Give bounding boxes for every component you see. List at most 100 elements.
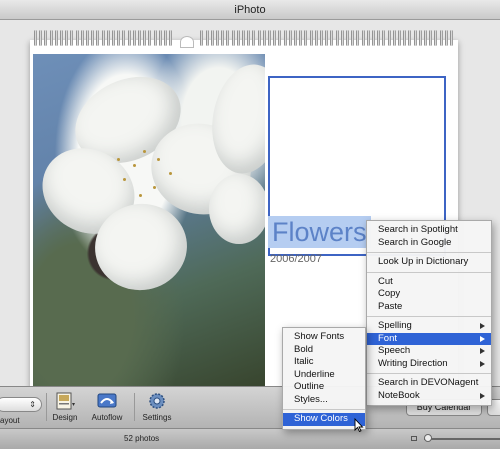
chevron-right-icon <box>480 348 485 354</box>
settings-button[interactable]: Settings <box>140 391 174 422</box>
menu-item-search-in-devonagent[interactable]: Search in DEVONagent <box>367 377 491 390</box>
menu-item-label: Look Up in Dictionary <box>378 256 469 267</box>
font-submenu: Show Fonts Bold Italic Underline Outline Styl… <box>282 327 366 430</box>
binding-ring <box>320 30 323 46</box>
autoflow-label: Autoflow <box>91 413 123 422</box>
binding-ring <box>138 30 141 46</box>
font-item-styles[interactable]: Styles... <box>283 394 365 407</box>
calendar-title-selected[interactable]: Flowers <box>268 216 371 248</box>
binding-ring <box>444 30 448 46</box>
binding-ring <box>122 30 126 46</box>
binding-ring <box>200 30 204 46</box>
binding-ring <box>96 30 100 46</box>
font-item-italic[interactable]: Italic <box>283 356 365 369</box>
binding-ring <box>158 30 162 46</box>
binding-ring <box>236 30 240 46</box>
binding-ring <box>231 30 235 46</box>
flower-stamen <box>157 158 160 161</box>
binding-ring <box>356 30 360 46</box>
updown-arrows-icon: ⇕ <box>29 400 36 409</box>
photo-count: 52 photos <box>124 434 160 443</box>
binding-ring <box>86 30 89 46</box>
calendar-photo[interactable] <box>33 54 265 386</box>
flower-stamen <box>139 194 142 197</box>
binding-ring <box>54 30 58 46</box>
binding-ring <box>340 30 344 46</box>
menu-item-speech[interactable]: Speech <box>367 345 491 358</box>
menu-item-label: Font <box>378 332 398 344</box>
pointer-cursor-icon <box>354 418 364 432</box>
binding-ring <box>216 30 219 46</box>
binding-ring <box>153 30 157 46</box>
binding-ring <box>372 30 375 46</box>
menu-item-label: Search in Spotlight <box>378 224 458 235</box>
binding-ring <box>205 30 209 46</box>
menu-item-writing-direction[interactable]: Writing Direction <box>367 358 491 371</box>
binding-ring <box>325 30 329 46</box>
menu-item-label: Cut <box>378 275 393 287</box>
menu-item-font[interactable]: Font <box>367 332 491 345</box>
menu-item-notebook[interactable]: NoteBook <box>367 390 491 403</box>
font-item-underline[interactable]: Underline <box>283 369 365 382</box>
font-item-show-colors[interactable]: Show Colors <box>283 413 365 426</box>
flower-stamen <box>143 150 146 153</box>
menu-item-label: Styles... <box>294 393 328 405</box>
binding-ring <box>351 30 355 46</box>
binding-ring <box>242 30 245 46</box>
binding-ring <box>257 30 261 46</box>
menu-separator <box>367 316 491 317</box>
toolbar-divider <box>134 393 135 421</box>
menu-item-cut[interactable]: Cut <box>367 276 491 289</box>
flower-stamen <box>153 186 156 189</box>
menu-item-label: Search in Google <box>378 236 452 248</box>
menu-item-label: Copy <box>378 288 401 299</box>
binding-ring <box>314 30 318 46</box>
binding-ring <box>330 30 334 46</box>
binding-ring <box>132 30 136 46</box>
flower-stamen <box>123 178 126 181</box>
toolbar-divider <box>46 393 47 421</box>
binding-ring <box>403 30 407 46</box>
menu-item-paste[interactable]: Paste <box>367 301 491 314</box>
binding-ring <box>304 30 308 46</box>
menu-separator <box>367 271 491 273</box>
binding-ring <box>148 30 152 46</box>
design-button[interactable]: Design <box>52 391 78 422</box>
binding-ring <box>252 30 256 46</box>
chevron-right-icon <box>480 335 485 342</box>
font-item-outline[interactable]: Outline <box>283 381 365 394</box>
menu-item-search-in-google[interactable]: Search in Google <box>367 237 491 250</box>
zoom-slider-track[interactable] <box>424 438 500 440</box>
binding-ring <box>34 30 37 46</box>
binding-ring <box>439 30 443 46</box>
status-bar: 52 photos <box>0 428 500 449</box>
design-label: Design <box>52 413 78 422</box>
binding-ring <box>49 30 53 46</box>
chevron-right-icon <box>480 392 485 399</box>
menu-item-label: Spelling <box>378 320 412 331</box>
layout-popup-button[interactable]: ⇕ <box>0 397 42 412</box>
binding-ring <box>60 30 63 46</box>
menu-item-copy[interactable]: Copy <box>367 288 491 301</box>
font-item-bold[interactable]: Bold <box>283 344 365 357</box>
menu-separator <box>367 373 491 374</box>
binding-ring <box>413 30 417 46</box>
autoflow-button[interactable]: Autoflow <box>90 391 124 422</box>
zoom-small-icon <box>411 436 417 441</box>
binding-ring <box>288 30 292 46</box>
context-menu: Search in Spotlight Search in Google Look … <box>366 220 492 406</box>
hanger-hole <box>180 36 194 48</box>
menu-item-search-in-spotlight[interactable]: Search in Spotlight <box>367 224 491 237</box>
binding-ring <box>70 30 74 46</box>
binding-ring <box>450 30 453 46</box>
binding-ring <box>366 30 370 46</box>
binding-ring <box>299 30 303 46</box>
menu-item-spelling[interactable]: Spelling <box>367 320 491 333</box>
menu-item-look-up-in-dictionary[interactable]: Look Up in Dictionary <box>367 256 491 269</box>
font-item-show-fonts[interactable]: Show Fonts <box>283 331 365 344</box>
binding-ring <box>268 30 271 46</box>
binding-ring <box>387 30 391 46</box>
zoom-slider-knob[interactable] <box>424 434 432 442</box>
binding-ring <box>91 30 95 46</box>
calendar-year[interactable]: 2006/2007 <box>270 253 322 265</box>
